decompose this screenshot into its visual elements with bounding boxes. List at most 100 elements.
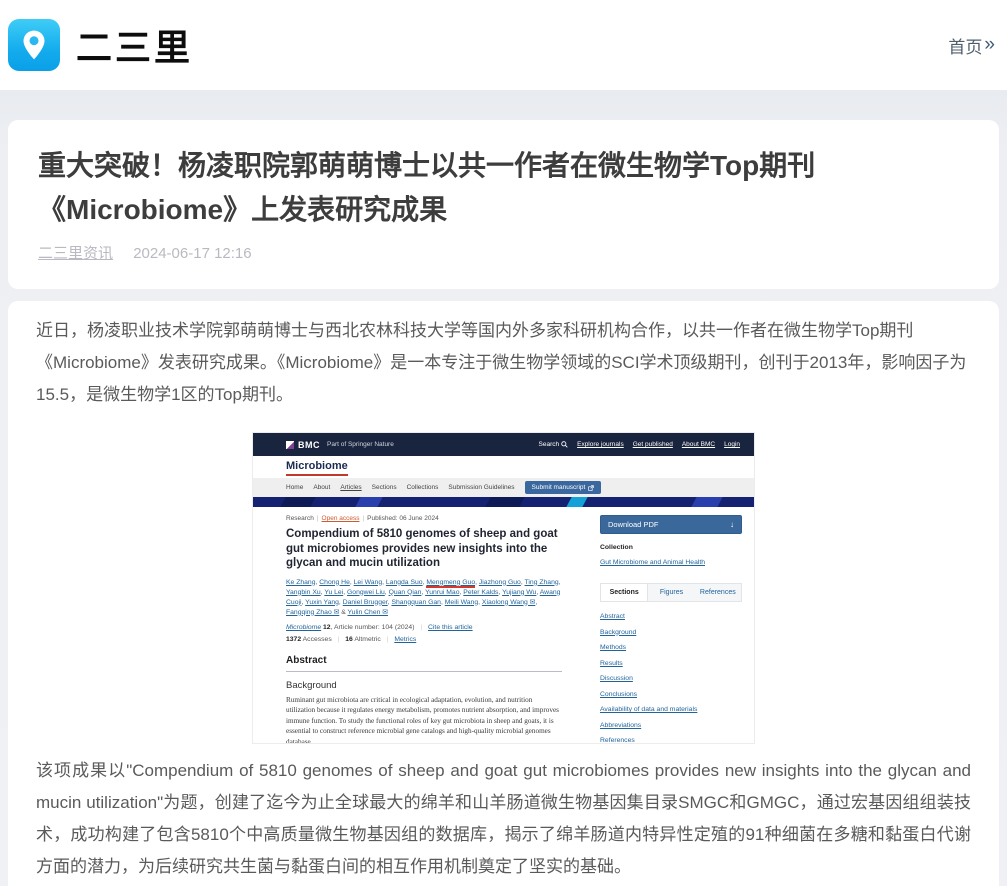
author: Ke Zhang,	[286, 579, 319, 586]
author-link: Quan Qian	[389, 589, 422, 596]
journal-menu-items: HomeAboutArticlesSectionsCollectionsSubm…	[286, 484, 515, 491]
author: Meili Wang,	[445, 599, 482, 606]
accesses-count: 1372	[286, 636, 301, 643]
author: Yangbin Xu,	[286, 589, 324, 596]
banner-decoration	[483, 497, 528, 507]
author-link: Jiazhong Guo	[479, 579, 521, 586]
author: Shangquan Gan,	[391, 599, 444, 606]
bmc-logo-text: BMC	[298, 440, 320, 450]
bmc-search-label: Search	[539, 441, 560, 448]
paper-main-column: Research|Open access|Published: 06 June …	[286, 507, 562, 743]
source-link[interactable]: 二三里资讯	[38, 245, 113, 262]
bmc-topbar: BMC Part of Springer Nature Search Explo…	[253, 433, 754, 456]
bmc-search: Search	[539, 441, 569, 448]
author-link: Ke Zhang	[286, 579, 315, 586]
author-link: Meili Wang	[445, 599, 478, 606]
altmetric-count: 16	[345, 636, 353, 643]
author: Jiazhong Guo,	[479, 579, 525, 586]
journal-menu: HomeAboutArticlesSectionsCollectionsSubm…	[253, 478, 754, 497]
brand-logo[interactable]	[8, 19, 60, 71]
author: Langda Suo,	[386, 579, 426, 586]
bmc-nav-link: Get published	[633, 441, 673, 448]
author: Yunrui Mao,	[425, 589, 463, 596]
accesses-label: Accesses	[303, 636, 332, 643]
submit-manuscript-button: Submit manuscript	[525, 481, 602, 494]
bmc-nav-link: About BMC	[682, 441, 715, 448]
external-link-icon	[588, 485, 594, 491]
open-access-link: Open access	[322, 515, 360, 522]
author-link: Yulin Chen ✉	[348, 609, 388, 616]
journal-menu-item: Submission Guidelines	[448, 484, 514, 491]
author: Peter Kalds,	[463, 589, 502, 596]
banner-decoration	[353, 497, 386, 507]
citation-rest: , Article number: 104 (2024)	[331, 624, 415, 631]
bmc-logo-icon	[286, 441, 294, 449]
author: Xiaolong Wang ✉,	[482, 599, 537, 606]
author-link: Langda Suo	[386, 579, 423, 586]
author: Yu Lei,	[324, 589, 347, 596]
home-link-label: 首页	[948, 33, 982, 58]
author-link: Chong He	[319, 579, 350, 586]
author: Ting Zhang,	[525, 579, 561, 586]
author: Yulin Chen ✉	[348, 609, 388, 616]
publish-date: 2024-06-17 12:16	[133, 245, 251, 262]
banner-decoration	[689, 497, 726, 507]
bmc-tagline: Part of Springer Nature	[327, 441, 394, 448]
article-paragraph-2: 该项成果以"Compendium of 5810 genomes of shee…	[36, 755, 971, 883]
page: 二三里 首页 » 重大突破！杨凌职院郭萌萌博士以共一作者在微生物学Top期刊《M…	[0, 0, 1007, 886]
journal-menu-item: Articles	[340, 484, 361, 491]
bmc-topbar-links: Search Explore journals Get published Abou…	[539, 441, 741, 448]
author-link: Yunrui Mao	[425, 589, 459, 596]
paper-citation: Microbiome 12, Article number: 104 (2024…	[286, 624, 562, 631]
paper-authors: Ke Zhang, Chong He, Lei Wang, Langda Suo…	[286, 578, 562, 618]
journal-banner	[253, 497, 754, 507]
author-link: Peter Kalds	[463, 589, 498, 596]
citation-journal-link: Microbiome	[286, 624, 321, 631]
collection-label: Collection	[600, 544, 742, 551]
journal-menu-item: About	[313, 484, 330, 491]
download-pdf-button: Download PDF ↓	[600, 515, 742, 534]
content-area: 重大突破！杨凌职院郭萌萌博士以共一作者在微生物学Top期刊《Microbiome…	[0, 90, 1007, 886]
home-link[interactable]: 首页 »	[948, 33, 995, 58]
brand-name[interactable]: 二三里	[76, 19, 193, 71]
search-icon	[561, 441, 568, 448]
paper-title: Compendium of 5810 genomes of sheep and …	[286, 527, 562, 571]
sidebar-tab: Figures	[648, 584, 694, 601]
paper-type: Research	[286, 515, 314, 522]
author-link: Lei Wang	[354, 579, 382, 586]
paper-content: Research|Open access|Published: 06 June …	[253, 507, 754, 743]
sidebar-tab: References	[695, 584, 741, 601]
chevron-right-icon: »	[984, 34, 995, 56]
byline: 二三里资讯 2024-06-17 12:16	[38, 242, 969, 263]
download-pdf-label: Download PDF	[608, 520, 658, 529]
author: Mengmeng Guo,	[426, 579, 479, 588]
section-link: Availability of data and materials	[600, 706, 742, 713]
abstract-text: Ruminant gut microbiota are critical in …	[286, 695, 562, 744]
cite-this-article-link: Cite this article	[428, 624, 473, 631]
submit-manuscript-label: Submit manuscript	[532, 484, 586, 491]
sidebar-tab: Sections	[601, 584, 648, 601]
download-icon: ↓	[730, 520, 734, 529]
author: Chong He,	[319, 579, 353, 586]
bmc-nav-link: Login	[724, 441, 740, 448]
journal-screenshot-image[interactable]: BMC Part of Springer Nature Search Explo…	[253, 433, 754, 743]
author-link: Gongwei Liu	[347, 589, 385, 596]
paper-metrics: 1372 Accesses | 16 Altmetric | Metrics	[286, 636, 562, 643]
author: Yuxin Yang,	[305, 599, 343, 606]
banner-decoration	[278, 497, 319, 507]
site-header: 二三里 首页 »	[0, 0, 1007, 90]
background-heading: Background	[286, 680, 562, 691]
author-link: Mengmeng Guo	[426, 579, 475, 588]
author-link: Xiaolong Wang ✉	[482, 599, 535, 606]
paper-sidebar: Download PDF ↓ Collection Gut Microbiome…	[600, 507, 742, 743]
author: Gongwei Liu,	[347, 589, 389, 596]
section-link: Abstract	[600, 613, 742, 620]
paper-published-date: Published: 06 June 2024	[367, 515, 439, 522]
page-title: 重大突破！杨凌职院郭萌萌博士以共一作者在微生物学Top期刊《Microbiome…	[38, 144, 969, 232]
section-link: Conclusions	[600, 691, 742, 698]
author: Quan Qian,	[389, 589, 426, 596]
title-card: 重大突破！杨凌职院郭萌萌博士以共一作者在微生物学Top期刊《Microbiome…	[8, 120, 999, 289]
author-link: Ting Zhang	[525, 579, 559, 586]
article-body-card: 近日，杨凌职业技术学院郭萌萌博士与西北农林科技大学等国内外多家科研机构合作，以共…	[8, 301, 999, 886]
bmc-nav-link: Explore journals	[577, 441, 624, 448]
